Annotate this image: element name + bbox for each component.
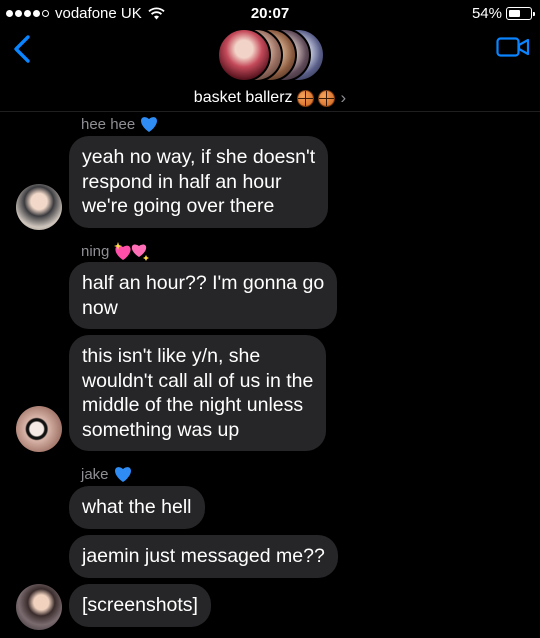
battery-percent: 54% (471, 5, 502, 22)
message-bubble[interactable]: yeah no way, if she doesn't respond in h… (69, 136, 329, 228)
sparkling-heart-icon (114, 242, 150, 261)
message-bubble[interactable]: what the hell (69, 486, 205, 529)
message-line: middle of the night unless (82, 394, 304, 416)
video-camera-icon[interactable] (496, 36, 530, 58)
basketball-icon (317, 89, 335, 107)
message-line: something was up (82, 418, 240, 441)
sender-avatar[interactable] (16, 584, 62, 630)
group-title[interactable]: basket ballerz › (0, 88, 540, 108)
message-bubble[interactable]: jaemin just messaged me?? (69, 535, 338, 578)
message-bubble[interactable]: this isn't like y/n, she wouldn't call a… (69, 335, 327, 451)
message-line: we're going over there (82, 195, 275, 217)
battery-info: 54% (471, 5, 535, 22)
message-bubble[interactable]: [screenshots] (69, 584, 211, 627)
sender-avatar[interactable] (16, 184, 62, 230)
clock: 20:07 (250, 5, 290, 22)
sender-name: ning (81, 241, 151, 261)
basketball-icon (296, 89, 314, 107)
group-avatar-stack[interactable] (217, 28, 327, 84)
battery-icon (506, 7, 535, 20)
group-name-label: basket ballerz (193, 89, 293, 106)
sender-avatar[interactable] (16, 406, 62, 452)
chevron-right-icon: › (340, 88, 347, 107)
message-line: jaemin just messaged me?? (82, 545, 325, 567)
message-line: respond in half an hour (82, 170, 282, 193)
sender-name: jake (81, 465, 133, 483)
blue-heart-icon (114, 467, 131, 482)
chevron-left-icon[interactable] (8, 32, 38, 66)
message-line: now (82, 296, 118, 319)
sender-label: ning (81, 242, 110, 260)
message-line: this isn't like y/n, she (82, 345, 261, 367)
sender-label: hee hee (81, 115, 136, 133)
status-bar: vodafone UK 20:07 54% (0, 0, 540, 28)
message-bubble[interactable]: half an hour?? I'm gonna go now (69, 262, 338, 329)
sender-label: jake (81, 465, 109, 483)
message-line: wouldn't call all of us in the (82, 369, 314, 392)
message-line: yeah no way, if she doesn't (82, 146, 316, 168)
message-line: [screenshots] (82, 594, 198, 616)
message-line: half an hour?? I'm gonna go (82, 272, 325, 294)
conversation-header: basket ballerz › (0, 28, 540, 112)
group-member-avatar (217, 28, 271, 82)
message-line: what the hell (82, 496, 192, 518)
sender-name: hee hee (81, 115, 159, 133)
blue-heart-icon (141, 117, 158, 132)
